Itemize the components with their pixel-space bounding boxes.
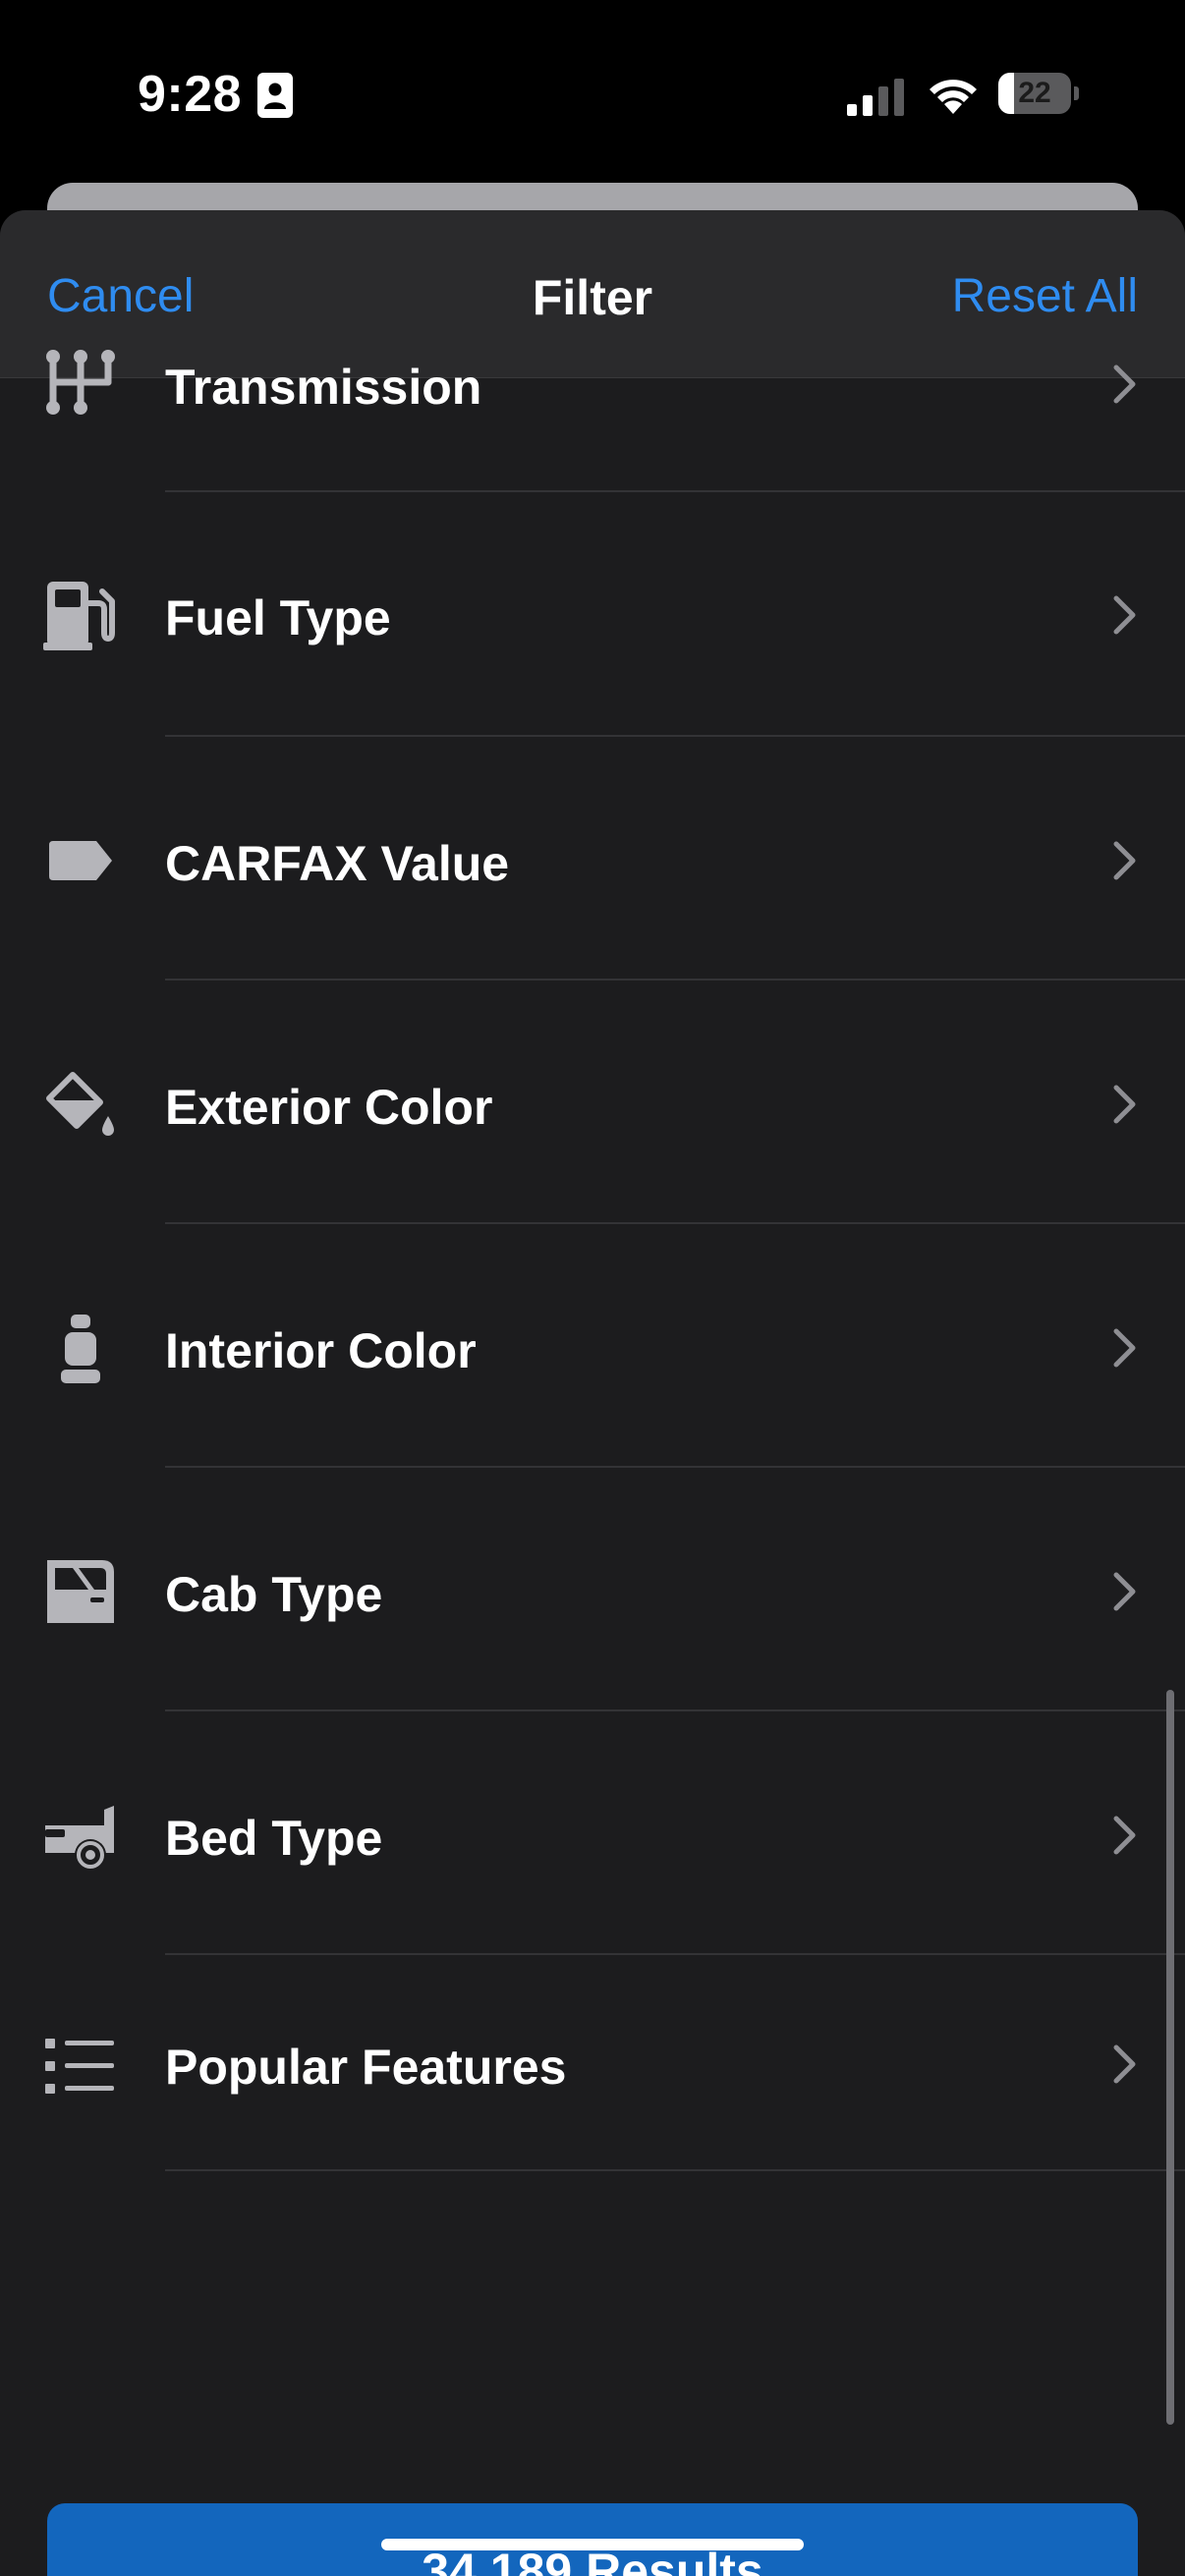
battery-level: 22	[1018, 77, 1051, 109]
paint-bucket-icon	[46, 1072, 114, 1136]
filter-row-exterior-color[interactable]: Exterior Color	[0, 980, 1185, 1224]
filter-label: Transmission	[165, 360, 482, 415]
chevron-right-icon	[1113, 364, 1136, 404]
truck-bed-icon	[45, 1806, 114, 1871]
status-time: 9:28	[138, 66, 243, 123]
row-divider	[165, 2169, 1185, 2171]
fuel-pump-icon	[43, 582, 115, 650]
car-door-icon	[47, 1560, 114, 1623]
filter-label: Exterior Color	[165, 1080, 493, 1135]
filter-label: Fuel Type	[165, 590, 391, 645]
home-indicator[interactable]	[381, 2539, 804, 2550]
filter-label: Bed Type	[165, 1811, 383, 1866]
chevron-right-icon	[1113, 1328, 1136, 1368]
status-bar: 9:28 22	[0, 0, 1185, 187]
filter-row-interior-color[interactable]: Interior Color	[0, 1224, 1185, 1468]
transmission-icon	[46, 350, 115, 415]
filter-row-cab-type[interactable]: Cab Type	[0, 1468, 1185, 1711]
filter-label: CARFAX Value	[165, 836, 510, 891]
chevron-right-icon	[1113, 2044, 1136, 2084]
scroll-indicator[interactable]	[1166, 1690, 1174, 2425]
filter-label: Interior Color	[165, 1323, 477, 1378]
cellular-signal-icon	[847, 79, 904, 116]
chevron-right-icon	[1113, 595, 1136, 635]
filter-list: Transmission Fuel Type CARFAX Value Exte…	[0, 350, 1185, 2343]
chevron-right-icon	[1113, 841, 1136, 880]
filter-row-popular-features[interactable]: Popular Features	[0, 1955, 1185, 2199]
chevron-right-icon	[1113, 1085, 1136, 1124]
filter-row-bed-type[interactable]: Bed Type	[0, 1711, 1185, 1955]
tag-icon	[49, 841, 112, 880]
filter-label: Cab Type	[165, 1567, 383, 1622]
chevron-right-icon	[1113, 1816, 1136, 1855]
car-seat-icon	[61, 1315, 100, 1383]
filter-sheet: Cancel Filter Reset All Transmission Fue…	[0, 210, 1185, 2576]
filter-row-transmission[interactable]: Transmission	[0, 249, 1185, 492]
battery-indicator: 22	[998, 73, 1079, 114]
filter-row-fuel-type[interactable]: Fuel Type	[0, 493, 1185, 737]
list-icon	[45, 2039, 114, 2094]
filter-row-carfax-value[interactable]: CARFAX Value	[0, 737, 1185, 980]
chevron-right-icon	[1113, 1572, 1136, 1611]
wifi-icon	[930, 80, 977, 114]
row-divider	[165, 490, 1185, 492]
contact-card-icon	[257, 73, 293, 118]
filter-label: Popular Features	[165, 2040, 567, 2095]
